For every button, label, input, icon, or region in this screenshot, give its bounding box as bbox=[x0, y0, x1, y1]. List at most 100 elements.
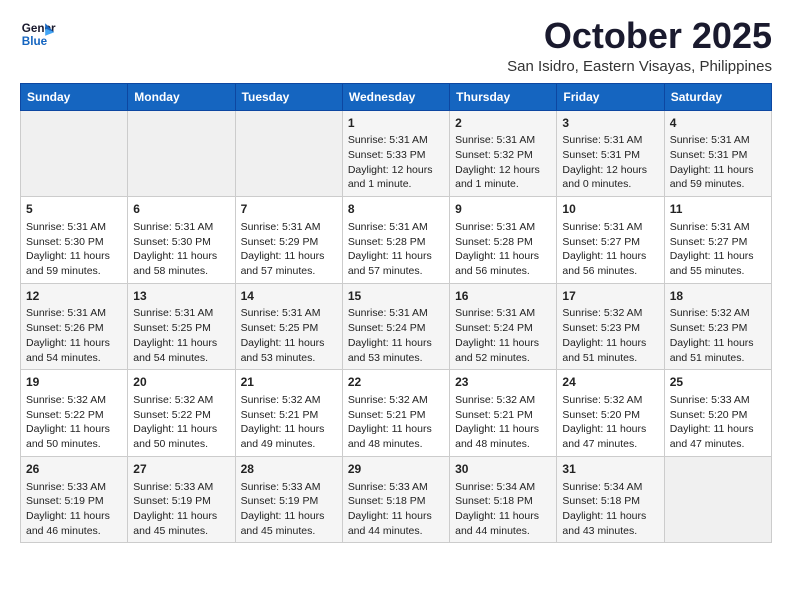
calendar-table: SundayMondayTuesdayWednesdayThursdayFrid… bbox=[20, 83, 772, 544]
calendar-cell: 23 Sunrise: 5:32 AMSunset: 5:21 PMDayligh… bbox=[450, 370, 557, 457]
day-info: Sunrise: 5:31 AMSunset: 5:25 PMDaylight:… bbox=[241, 306, 337, 365]
month-title: October 2025 bbox=[507, 16, 772, 56]
day-number: 31 bbox=[562, 461, 658, 478]
page: General Blue October 2025 San Isidro, Ea… bbox=[0, 0, 792, 559]
logo: General Blue bbox=[20, 16, 56, 52]
day-number: 12 bbox=[26, 288, 122, 305]
day-info: Sunrise: 5:31 AMSunset: 5:28 PMDaylight:… bbox=[348, 220, 444, 279]
logo-icon: General Blue bbox=[20, 16, 56, 52]
day-info: Sunrise: 5:32 AMSunset: 5:21 PMDaylight:… bbox=[241, 393, 337, 452]
day-info: Sunrise: 5:33 AMSunset: 5:19 PMDaylight:… bbox=[26, 480, 122, 539]
calendar-cell: 4Sunrise: 5:31 AMSunset: 5:31 PMDaylight… bbox=[664, 110, 771, 197]
calendar-cell: 31 Sunrise: 5:34 AMSunset: 5:18 PMDayligh… bbox=[557, 456, 664, 543]
day-number: 20 bbox=[133, 374, 229, 391]
day-info: Sunrise: 5:31 AMSunset: 5:32 PMDaylight:… bbox=[455, 133, 551, 192]
calendar-week-4: 19Sunrise: 5:32 AMSunset: 5:22 PMDayligh… bbox=[21, 370, 772, 457]
calendar-cell bbox=[21, 110, 128, 197]
calendar-cell: 17Sunrise: 5:32 AMSunset: 5:23 PMDayligh… bbox=[557, 283, 664, 370]
calendar-cell bbox=[235, 110, 342, 197]
day-number: 10 bbox=[562, 201, 658, 218]
weekday-header-tuesday: Tuesday bbox=[235, 83, 342, 110]
day-number: 5 bbox=[26, 201, 122, 218]
weekday-header-monday: Monday bbox=[128, 83, 235, 110]
calendar-cell: 11 Sunrise: 5:31 AMSunset: 5:27 PMDayligh… bbox=[664, 197, 771, 284]
svg-text:Blue: Blue bbox=[22, 35, 48, 48]
calendar-cell: 6Sunrise: 5:31 AMSunset: 5:30 PMDaylight… bbox=[128, 197, 235, 284]
day-number: 4 bbox=[670, 115, 766, 132]
day-info: Sunrise: 5:31 AMSunset: 5:25 PMDaylight:… bbox=[133, 306, 229, 365]
day-info: Sunrise: 5:32 AMSunset: 5:21 PMDaylight:… bbox=[348, 393, 444, 452]
calendar-cell bbox=[664, 456, 771, 543]
weekday-header-row: SundayMondayTuesdayWednesdayThursdayFrid… bbox=[21, 83, 772, 110]
day-number: 15 bbox=[348, 288, 444, 305]
day-info: Sunrise: 5:34 AMSunset: 5:18 PMDaylight:… bbox=[455, 480, 551, 539]
calendar-cell: 30 Sunrise: 5:34 AMSunset: 5:18 PMDayligh… bbox=[450, 456, 557, 543]
day-info: Sunrise: 5:31 AMSunset: 5:26 PMDaylight:… bbox=[26, 306, 122, 365]
day-number: 1 bbox=[348, 115, 444, 132]
day-number: 18 bbox=[670, 288, 766, 305]
calendar-cell bbox=[128, 110, 235, 197]
day-number: 3 bbox=[562, 115, 658, 132]
calendar-cell: 29 Sunrise: 5:33 AMSunset: 5:18 PMDayligh… bbox=[342, 456, 449, 543]
day-info: Sunrise: 5:31 AMSunset: 5:31 PMDaylight:… bbox=[562, 133, 658, 192]
title-block: October 2025 San Isidro, Eastern Visayas… bbox=[507, 16, 772, 75]
weekday-header-saturday: Saturday bbox=[664, 83, 771, 110]
calendar-week-3: 12Sunrise: 5:31 AMSunset: 5:26 PMDayligh… bbox=[21, 283, 772, 370]
calendar-cell: 12Sunrise: 5:31 AMSunset: 5:26 PMDayligh… bbox=[21, 283, 128, 370]
day-number: 26 bbox=[26, 461, 122, 478]
day-info: Sunrise: 5:31 AMSunset: 5:30 PMDaylight:… bbox=[133, 220, 229, 279]
weekday-header-thursday: Thursday bbox=[450, 83, 557, 110]
day-info: Sunrise: 5:31 AMSunset: 5:33 PMDaylight:… bbox=[348, 133, 444, 192]
weekday-header-friday: Friday bbox=[557, 83, 664, 110]
day-number: 8 bbox=[348, 201, 444, 218]
day-number: 22 bbox=[348, 374, 444, 391]
location-subtitle: San Isidro, Eastern Visayas, Philippines bbox=[507, 58, 772, 75]
header: General Blue October 2025 San Isidro, Ea… bbox=[20, 16, 772, 75]
calendar-cell: 28 Sunrise: 5:33 AMSunset: 5:19 PMDayligh… bbox=[235, 456, 342, 543]
calendar-cell: 2Sunrise: 5:31 AMSunset: 5:32 PMDaylight… bbox=[450, 110, 557, 197]
calendar-cell: 5Sunrise: 5:31 AMSunset: 5:30 PMDaylight… bbox=[21, 197, 128, 284]
day-number: 27 bbox=[133, 461, 229, 478]
day-info: Sunrise: 5:31 AMSunset: 5:28 PMDaylight:… bbox=[455, 220, 551, 279]
calendar-cell: 16Sunrise: 5:31 AMSunset: 5:24 PMDayligh… bbox=[450, 283, 557, 370]
calendar-cell: 18Sunrise: 5:32 AMSunset: 5:23 PMDayligh… bbox=[664, 283, 771, 370]
day-number: 28 bbox=[241, 461, 337, 478]
day-info: Sunrise: 5:34 AMSunset: 5:18 PMDaylight:… bbox=[562, 480, 658, 539]
day-number: 29 bbox=[348, 461, 444, 478]
day-info: Sunrise: 5:31 AMSunset: 5:27 PMDaylight:… bbox=[562, 220, 658, 279]
calendar-week-5: 26 Sunrise: 5:33 AMSunset: 5:19 PMDayligh… bbox=[21, 456, 772, 543]
calendar-cell: 27Sunrise: 5:33 AMSunset: 5:19 PMDayligh… bbox=[128, 456, 235, 543]
day-number: 19 bbox=[26, 374, 122, 391]
calendar-cell: 7Sunrise: 5:31 AMSunset: 5:29 PMDaylight… bbox=[235, 197, 342, 284]
calendar-cell: 10 Sunrise: 5:31 AMSunset: 5:27 PMDayligh… bbox=[557, 197, 664, 284]
calendar-cell: 1Sunrise: 5:31 AMSunset: 5:33 PMDaylight… bbox=[342, 110, 449, 197]
day-number: 24 bbox=[562, 374, 658, 391]
day-number: 7 bbox=[241, 201, 337, 218]
day-number: 23 bbox=[455, 374, 551, 391]
calendar-cell: 25Sunrise: 5:33 AMSunset: 5:20 PMDayligh… bbox=[664, 370, 771, 457]
day-number: 16 bbox=[455, 288, 551, 305]
day-number: 13 bbox=[133, 288, 229, 305]
day-number: 14 bbox=[241, 288, 337, 305]
calendar-cell: 15Sunrise: 5:31 AMSunset: 5:24 PMDayligh… bbox=[342, 283, 449, 370]
weekday-header-wednesday: Wednesday bbox=[342, 83, 449, 110]
day-info: Sunrise: 5:32 AMSunset: 5:23 PMDaylight:… bbox=[670, 306, 766, 365]
day-number: 21 bbox=[241, 374, 337, 391]
calendar-week-2: 5 Sunrise: 5:31 AMSunset: 5:30 PMDaylight… bbox=[21, 197, 772, 284]
weekday-header-sunday: Sunday bbox=[21, 83, 128, 110]
calendar-cell: 26 Sunrise: 5:33 AMSunset: 5:19 PMDayligh… bbox=[21, 456, 128, 543]
day-info: Sunrise: 5:32 AMSunset: 5:21 PMDaylight:… bbox=[455, 393, 551, 452]
day-info: Sunrise: 5:31 AMSunset: 5:24 PMDaylight:… bbox=[455, 306, 551, 365]
day-number: 11 bbox=[670, 201, 766, 218]
day-number: 2 bbox=[455, 115, 551, 132]
calendar-cell: 14Sunrise: 5:31 AMSunset: 5:25 PMDayligh… bbox=[235, 283, 342, 370]
calendar-cell: 3Sunrise: 5:31 AMSunset: 5:31 PMDaylight… bbox=[557, 110, 664, 197]
day-info: Sunrise: 5:31 AMSunset: 5:27 PMDaylight:… bbox=[670, 220, 766, 279]
calendar-cell: 13Sunrise: 5:31 AMSunset: 5:25 PMDayligh… bbox=[128, 283, 235, 370]
day-info: Sunrise: 5:33 AMSunset: 5:18 PMDaylight:… bbox=[348, 480, 444, 539]
day-info: Sunrise: 5:31 AMSunset: 5:24 PMDaylight:… bbox=[348, 306, 444, 365]
day-number: 30 bbox=[455, 461, 551, 478]
day-info: Sunrise: 5:32 AMSunset: 5:23 PMDaylight:… bbox=[562, 306, 658, 365]
day-info: Sunrise: 5:33 AMSunset: 5:20 PMDaylight:… bbox=[670, 393, 766, 452]
day-info: Sunrise: 5:33 AMSunset: 5:19 PMDaylight:… bbox=[241, 480, 337, 539]
